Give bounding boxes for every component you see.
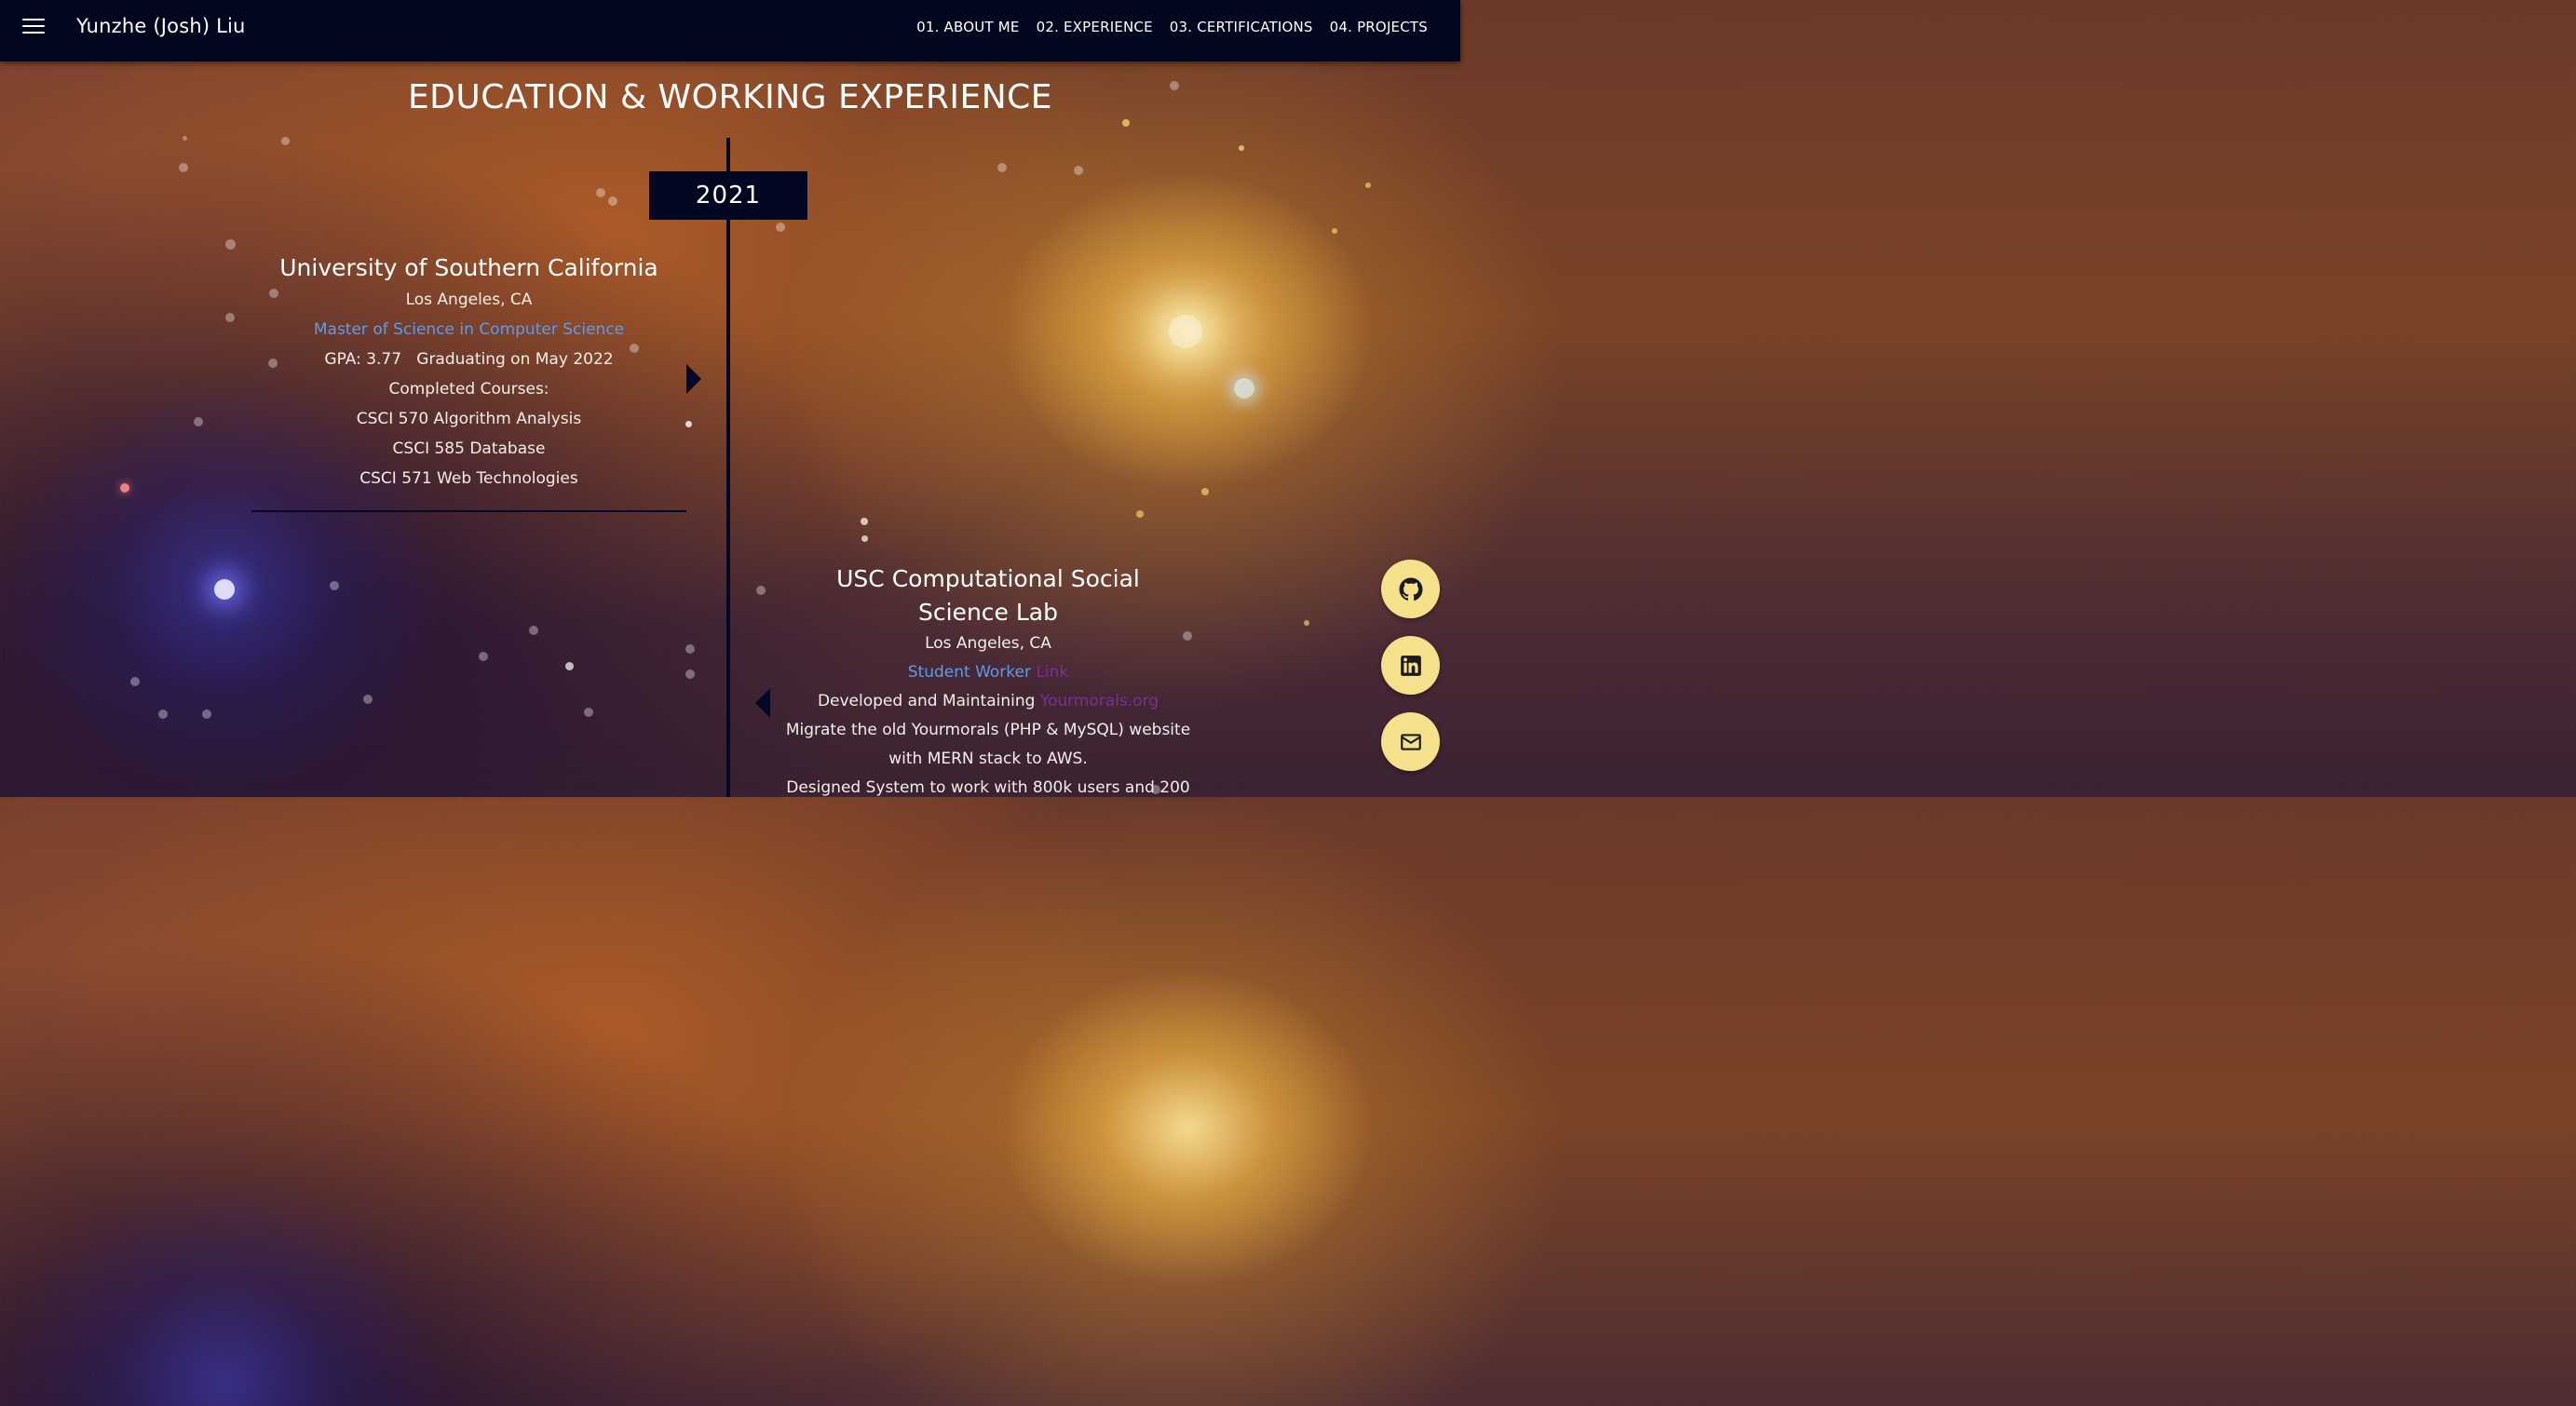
linkedin-button[interactable] xyxy=(1381,636,1440,695)
mail-icon xyxy=(1400,733,1421,750)
courses-label: Completed Courses: xyxy=(388,380,549,399)
role-external-link[interactable]: Link xyxy=(1036,663,1068,682)
top-navbar: Yunzhe (Josh) Liu 01. ABOUT ME 02. EXPER… xyxy=(0,0,1460,61)
timeline-pointer-left xyxy=(755,688,770,718)
education-graduation: Graduating on May 2022 xyxy=(416,350,614,369)
education-location: Los Angeles, CA xyxy=(405,291,533,309)
work-description: Designed System to work with 800k users … xyxy=(786,778,1190,797)
yourmorals-link[interactable]: Yourmorals.org xyxy=(1040,692,1159,710)
github-button[interactable] xyxy=(1381,560,1440,618)
work-entry: USC Computational Social Science Lab Los… xyxy=(779,562,1198,803)
hamburger-menu-icon[interactable] xyxy=(22,19,45,37)
work-role-row: Student Worker Link xyxy=(779,658,1198,687)
education-entry: University of Southern California Los An… xyxy=(251,251,686,493)
education-org: University of Southern California xyxy=(279,254,658,281)
work-description: Migrate the old Yourmorals (PHP & MySQL)… xyxy=(785,721,1191,739)
timeline-line xyxy=(726,138,730,797)
linkedin-icon xyxy=(1400,655,1421,676)
degree-link[interactable]: Master of Science in Computer Science xyxy=(314,320,624,339)
github-icon xyxy=(1399,577,1422,601)
education-gpa-row: GPA: 3.77 Graduating on May 2022 xyxy=(251,345,686,374)
email-button[interactable] xyxy=(1381,712,1440,771)
year-badge: 2021 xyxy=(649,171,807,220)
work-description: with MERN stack to AWS. xyxy=(888,750,1088,768)
work-org-line2: Science Lab xyxy=(918,599,1058,626)
course-item: CSCI 571 Web Technologies xyxy=(359,469,578,488)
role-link[interactable]: Student Worker xyxy=(908,663,1031,682)
work-org-line1: USC Computational Social xyxy=(836,565,1140,592)
nav-projects[interactable]: 04. PROJECTS xyxy=(1330,19,1428,35)
education-gpa: GPA: 3.77 xyxy=(324,350,402,369)
entry-divider xyxy=(251,510,686,512)
course-item: CSCI 570 Algorithm Analysis xyxy=(356,410,582,428)
main-nav: 01. ABOUT ME 02. EXPERIENCE 03. CERTIFIC… xyxy=(916,19,1428,35)
work-dev-row: Developed and Maintaining Yourmorals.org xyxy=(779,687,1198,716)
work-location: Los Angeles, CA xyxy=(925,634,1051,653)
work-dev-text: Developed and Maintaining xyxy=(817,692,1036,710)
site-brand[interactable]: Yunzhe (Josh) Liu xyxy=(76,15,246,37)
timeline-pointer-right xyxy=(686,364,701,394)
nav-experience[interactable]: 02. EXPERIENCE xyxy=(1037,19,1153,35)
course-item: CSCI 585 Database xyxy=(392,439,546,458)
nav-about-me[interactable]: 01. ABOUT ME xyxy=(916,19,1019,35)
section-title: EDUCATION & WORKING EXPERIENCE xyxy=(407,78,1053,116)
nav-certifications[interactable]: 03. CERTIFICATIONS xyxy=(1170,19,1313,35)
